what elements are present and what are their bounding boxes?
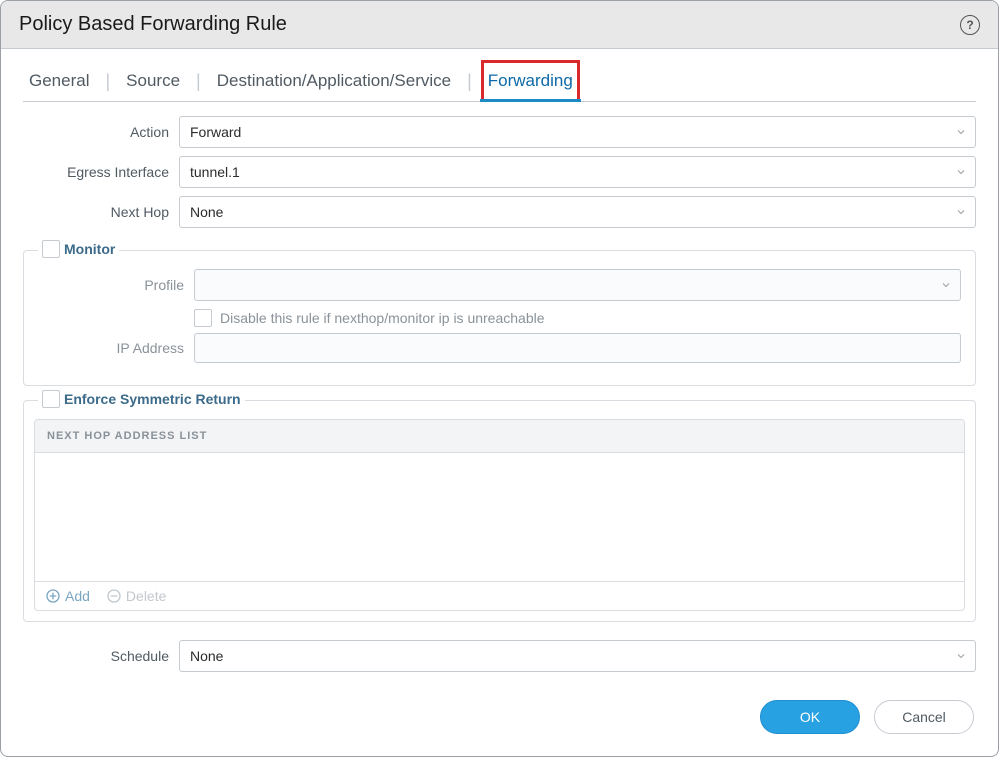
dialog-title: Policy Based Forwarding Rule — [19, 13, 287, 36]
row-egress-interface: Egress Interface tunnel.1 — [23, 156, 976, 188]
select-action-value: Forward — [190, 124, 241, 140]
dialog-footer: OK Cancel — [1, 682, 998, 756]
tab-source[interactable]: Source — [120, 61, 186, 101]
group-monitor: Monitor Profile Disable this rule if nex… — [23, 250, 976, 386]
label-profile: Profile — [38, 277, 194, 293]
label-egress-interface: Egress Interface — [23, 164, 179, 180]
select-schedule[interactable]: None — [179, 640, 976, 672]
select-action[interactable]: Forward — [179, 116, 976, 148]
tab-separator: | — [463, 71, 476, 92]
add-button[interactable]: Add — [45, 588, 90, 604]
checkbox-disable-rule[interactable] — [194, 309, 212, 327]
legend-monitor-text: Monitor — [64, 241, 115, 257]
row-schedule: Schedule None — [23, 640, 976, 672]
label-disable-rule: Disable this rule if nexthop/monitor ip … — [220, 310, 545, 326]
select-next-hop[interactable]: None — [179, 196, 976, 228]
tab-separator: | — [101, 71, 114, 92]
tab-forwarding[interactable]: Forwarding — [482, 61, 579, 101]
row-ip-address: IP Address — [38, 333, 961, 363]
list-footer-next-hop: Add Delete — [35, 581, 964, 610]
label-ip-address: IP Address — [38, 340, 194, 356]
tab-general[interactable]: General — [23, 61, 95, 101]
chevron-down-icon — [955, 650, 967, 662]
delete-button[interactable]: Delete — [106, 588, 166, 604]
tab-bar: General | Source | Destination/Applicati… — [23, 61, 976, 102]
row-action: Action Forward — [23, 116, 976, 148]
list-header-next-hop: NEXT HOP ADDRESS LIST — [35, 420, 964, 453]
tab-destination[interactable]: Destination/Application/Service — [211, 61, 457, 101]
input-ip-address[interactable] — [194, 333, 961, 363]
cancel-button[interactable]: Cancel — [874, 700, 974, 734]
chevron-down-icon — [955, 126, 967, 138]
pbf-rule-dialog: Policy Based Forwarding Rule ? General |… — [0, 0, 999, 757]
label-next-hop: Next Hop — [23, 204, 179, 220]
ok-button[interactable]: OK — [760, 700, 860, 734]
select-egress-interface[interactable]: tunnel.1 — [179, 156, 976, 188]
list-body-next-hop — [35, 453, 964, 581]
group-symmetric-return: Enforce Symmetric Return NEXT HOP ADDRES… — [23, 400, 976, 622]
label-schedule: Schedule — [23, 648, 179, 664]
select-profile[interactable] — [194, 269, 961, 301]
add-button-label: Add — [65, 588, 90, 604]
legend-monitor: Monitor — [38, 240, 119, 258]
select-egress-interface-value: tunnel.1 — [190, 164, 240, 180]
tab-separator: | — [192, 71, 205, 92]
label-action: Action — [23, 124, 179, 140]
select-schedule-value: None — [190, 648, 223, 664]
checkbox-monitor[interactable] — [42, 240, 60, 258]
minus-circle-icon — [106, 588, 122, 604]
delete-button-label: Delete — [126, 588, 166, 604]
next-hop-address-list: NEXT HOP ADDRESS LIST Add — [34, 419, 965, 611]
plus-circle-icon — [45, 588, 61, 604]
row-disable-rule: Disable this rule if nexthop/monitor ip … — [194, 309, 961, 327]
chevron-down-icon — [955, 166, 967, 178]
dialog-header: Policy Based Forwarding Rule ? — [1, 1, 998, 49]
row-next-hop: Next Hop None — [23, 196, 976, 228]
row-profile: Profile — [38, 269, 961, 301]
help-icon[interactable]: ? — [960, 15, 980, 35]
checkbox-symmetric[interactable] — [42, 390, 60, 408]
select-next-hop-value: None — [190, 204, 223, 220]
legend-symmetric-text: Enforce Symmetric Return — [64, 391, 241, 407]
dialog-body: General | Source | Destination/Applicati… — [1, 49, 998, 682]
chevron-down-icon — [955, 206, 967, 218]
chevron-down-icon — [940, 279, 952, 291]
legend-symmetric: Enforce Symmetric Return — [38, 390, 245, 408]
